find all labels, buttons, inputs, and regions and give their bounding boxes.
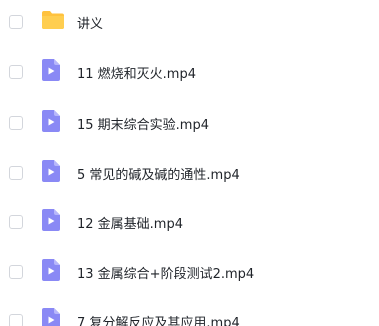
video-file-icon bbox=[41, 258, 61, 286]
file-row-video[interactable]: 5 常见的碱及碱的通性.mp4 bbox=[0, 153, 379, 193]
file-name[interactable]: 11 燃烧和灭火.mp4 bbox=[77, 63, 196, 82]
file-name[interactable]: 7 复分解反应及其应用.mp4 bbox=[77, 312, 240, 326]
file-list: 讲义 11 燃烧和灭火.mp4 15 期末综合实验.mp4 5 常见的碱及碱的通… bbox=[0, 0, 379, 326]
folder-icon bbox=[41, 10, 65, 34]
video-file-icon bbox=[41, 208, 61, 236]
file-row-video[interactable]: 15 期末综合实验.mp4 bbox=[0, 103, 379, 143]
video-file-icon bbox=[41, 58, 61, 86]
file-name[interactable]: 13 金属综合+阶段测试2.mp4 bbox=[77, 263, 254, 282]
video-file-icon bbox=[41, 159, 61, 187]
video-file-icon bbox=[41, 109, 61, 137]
file-name[interactable]: 12 金属基础.mp4 bbox=[77, 213, 183, 232]
select-checkbox[interactable] bbox=[9, 215, 23, 229]
file-name[interactable]: 15 期末综合实验.mp4 bbox=[77, 114, 209, 133]
select-checkbox[interactable] bbox=[9, 265, 23, 279]
select-checkbox[interactable] bbox=[9, 15, 23, 29]
file-name[interactable]: 讲义 bbox=[77, 13, 103, 32]
file-row-folder[interactable]: 讲义 bbox=[0, 2, 379, 42]
file-row-video[interactable]: 11 燃烧和灭火.mp4 bbox=[0, 52, 379, 92]
select-checkbox[interactable] bbox=[9, 65, 23, 79]
select-checkbox[interactable] bbox=[9, 314, 23, 326]
file-row-video[interactable]: 13 金属综合+阶段测试2.mp4 bbox=[0, 252, 379, 292]
select-checkbox[interactable] bbox=[9, 166, 23, 180]
file-row-video[interactable]: 7 复分解反应及其应用.mp4 bbox=[0, 301, 379, 326]
video-file-icon bbox=[41, 307, 61, 326]
file-name[interactable]: 5 常见的碱及碱的通性.mp4 bbox=[77, 164, 240, 183]
file-row-video[interactable]: 12 金属基础.mp4 bbox=[0, 202, 379, 242]
select-checkbox[interactable] bbox=[9, 116, 23, 130]
